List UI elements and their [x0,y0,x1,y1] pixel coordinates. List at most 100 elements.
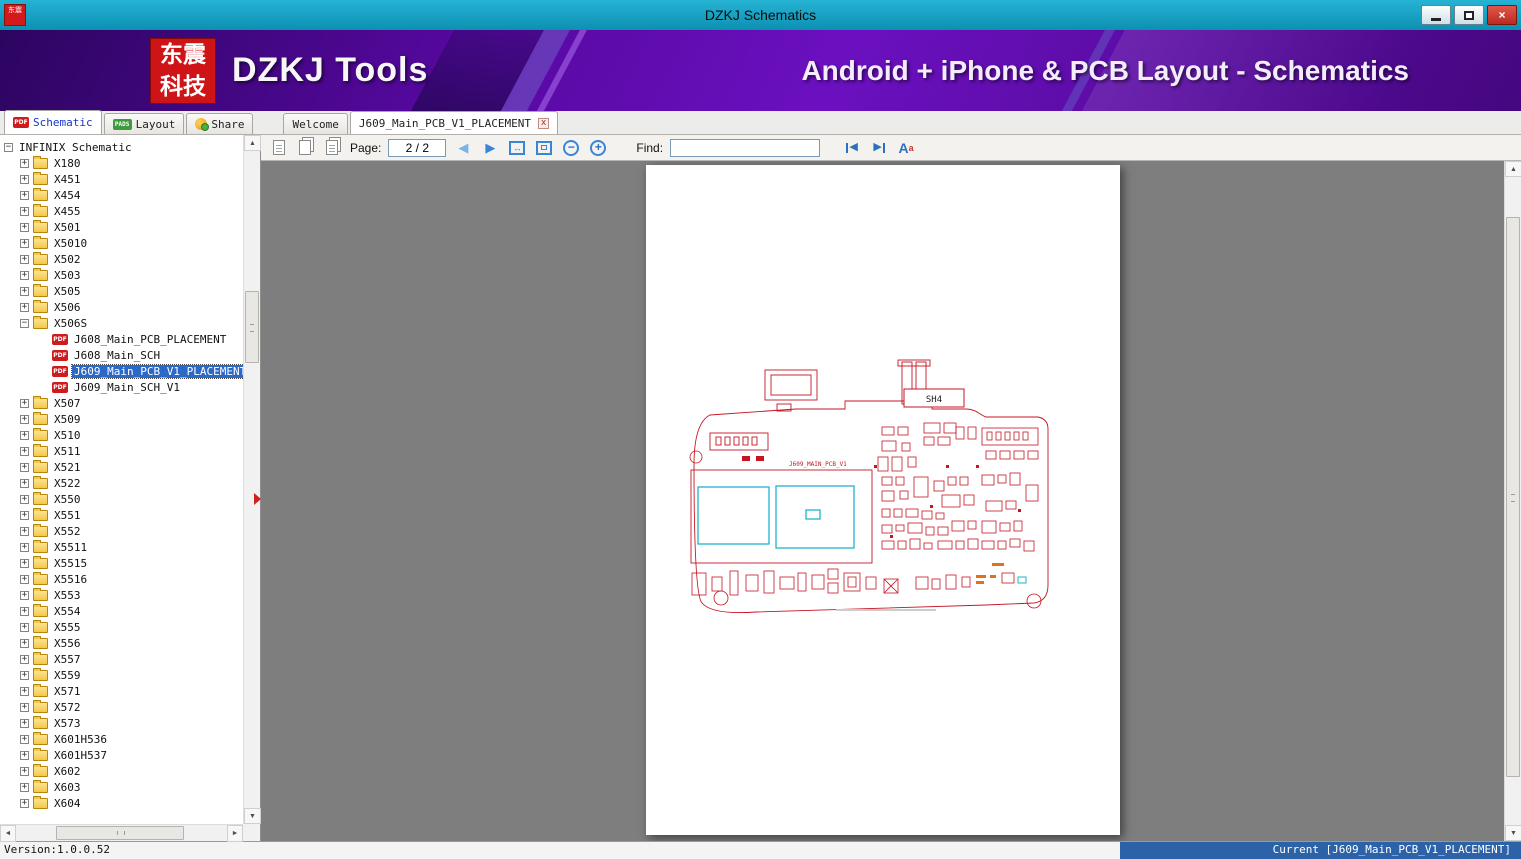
tree-item-X555[interactable]: + X555 [0,619,243,635]
expand-toggle-icon[interactable]: + [20,670,29,680]
tree-item-J608_Main_SCH[interactable]: PDF J608_Main_SCH [0,347,243,363]
fit-width-button[interactable]: ↔ [507,138,527,158]
doc-tab-placement[interactable]: J609_Main_PCB_V1_PLACEMENT x [349,111,559,134]
viewer-vertical-scrollbar[interactable]: ▲ ▼ [1504,161,1521,841]
expand-toggle-icon[interactable]: + [20,574,29,584]
tree-item-J609_Main_SCH_V1[interactable]: PDF J609_Main_SCH_V1 [0,379,243,395]
zoom-in-button[interactable]: + [588,138,608,158]
scroll-thumb[interactable] [1506,217,1520,777]
expand-toggle-icon[interactable]: + [20,174,29,184]
tree-item-X180[interactable]: + X180 [0,155,243,171]
tree-item-X507[interactable]: + X507 [0,395,243,411]
two-page-view-button[interactable] [296,138,316,158]
scroll-up-button[interactable]: ▲ [1505,161,1521,177]
tree-item-X552[interactable]: + X552 [0,523,243,539]
tree-item-X602[interactable]: + X602 [0,763,243,779]
tree-item-X5516[interactable]: + X5516 [0,571,243,587]
zoom-out-button[interactable]: − [561,138,581,158]
scroll-right-button[interactable]: ► [227,825,243,842]
pdf-page[interactable]: SH4 J609_MAIN_PCB_V1 [645,165,1120,835]
splitter-handle[interactable] [254,493,261,505]
tree-item-X550[interactable]: + X550 [0,491,243,507]
tree-item-X5511[interactable]: + X5511 [0,539,243,555]
tree-item-INFINIX-Schematic[interactable]: − INFINIX Schematic [0,139,243,155]
find-previous-button[interactable]: ◀ [842,138,862,158]
scroll-left-button[interactable]: ◄ [0,825,16,842]
tree-item-X571[interactable]: + X571 [0,683,243,699]
scroll-up-button[interactable]: ▲ [244,135,261,151]
expand-toggle-icon[interactable]: + [20,542,29,552]
expand-toggle-icon[interactable]: + [20,590,29,600]
fit-page-button[interactable] [534,138,554,158]
continuous-view-button[interactable] [323,138,343,158]
tree-item-X509[interactable]: + X509 [0,411,243,427]
tree-item-X553[interactable]: + X553 [0,587,243,603]
expand-toggle-icon[interactable]: + [20,750,29,760]
expand-toggle-icon[interactable]: + [20,606,29,616]
tree-item-X510[interactable]: + X510 [0,427,243,443]
expand-toggle-icon[interactable]: + [20,222,29,232]
page-number-input[interactable] [388,138,447,157]
find-next-button[interactable]: ▶ [869,138,889,158]
scroll-thumb[interactable] [56,826,184,840]
expand-toggle-icon[interactable]: + [20,782,29,792]
tree-item-X554[interactable]: + X554 [0,603,243,619]
font-size-button[interactable]: Aa [896,138,916,158]
next-page-button[interactable]: ▶ [480,138,500,158]
tree-item-J609_Main_PCB_V1_PLACEMENT[interactable]: PDF J609_Main_PCB_V1_PLACEMENT [0,363,243,379]
tab-close-icon[interactable]: x [538,117,550,129]
expand-toggle-icon[interactable]: + [20,238,29,248]
doc-tab-welcome[interactable]: Welcome [283,113,348,134]
expand-toggle-icon[interactable]: + [20,206,29,216]
single-page-view-button[interactable] [269,138,289,158]
scroll-track[interactable] [1505,177,1521,825]
tab-layout[interactable]: PADS Layout [103,113,185,134]
close-button[interactable]: × [1487,5,1517,25]
tree-item-X454[interactable]: + X454 [0,187,243,203]
expand-toggle-icon[interactable]: + [20,510,29,520]
tree-item-X511[interactable]: + X511 [0,443,243,459]
expand-toggle-icon[interactable]: + [20,430,29,440]
scroll-thumb[interactable] [245,291,259,363]
tree-item-J608_Main_PCB_PLACEMENT[interactable]: PDF J608_Main_PCB_PLACEMENT [0,331,243,347]
expand-toggle-icon[interactable]: + [20,718,29,728]
tree-item-X551[interactable]: + X551 [0,507,243,523]
expand-toggle-icon[interactable]: + [20,654,29,664]
scroll-down-button[interactable]: ▼ [1505,825,1521,841]
collapse-toggle-icon[interactable]: − [4,142,13,152]
expand-toggle-icon[interactable]: + [20,478,29,488]
expand-toggle-icon[interactable]: + [20,526,29,536]
scroll-track[interactable] [244,151,260,808]
expand-toggle-icon[interactable]: + [20,558,29,568]
expand-toggle-icon[interactable]: + [20,286,29,296]
find-input[interactable] [670,138,821,157]
tree-item-X557[interactable]: + X557 [0,651,243,667]
tree-item-X573[interactable]: + X573 [0,715,243,731]
scroll-track[interactable] [16,825,227,841]
tree-item-X556[interactable]: + X556 [0,635,243,651]
tab-schematic[interactable]: PDF Schematic [4,110,102,134]
tree-item-X506S[interactable]: − X506S [0,315,243,331]
expand-toggle-icon[interactable]: + [20,702,29,712]
tree-item-X5010[interactable]: + X5010 [0,235,243,251]
expand-toggle-icon[interactable]: + [20,414,29,424]
tree-item-X502[interactable]: + X502 [0,251,243,267]
minimize-button[interactable] [1421,5,1451,25]
tree-vertical-scrollbar[interactable]: ▲ ▼ [243,135,261,824]
expand-toggle-icon[interactable]: + [20,686,29,696]
tree-item-X559[interactable]: + X559 [0,667,243,683]
expand-toggle-icon[interactable]: + [20,270,29,280]
expand-toggle-icon[interactable]: + [20,158,29,168]
tree-item-X603[interactable]: + X603 [0,779,243,795]
expand-toggle-icon[interactable]: + [20,254,29,264]
expand-toggle-icon[interactable]: + [20,462,29,472]
expand-toggle-icon[interactable]: + [20,734,29,744]
expand-toggle-icon[interactable]: + [20,190,29,200]
expand-toggle-icon[interactable]: + [20,766,29,776]
maximize-button[interactable] [1454,5,1484,25]
tree-item-X501[interactable]: + X501 [0,219,243,235]
tree-horizontal-scrollbar[interactable]: ◄ ► [0,824,243,842]
expand-toggle-icon[interactable]: + [20,494,29,504]
pdf-canvas[interactable]: SH4 J609_MAIN_PCB_V1 [261,161,1504,841]
tree-item-X5515[interactable]: + X5515 [0,555,243,571]
